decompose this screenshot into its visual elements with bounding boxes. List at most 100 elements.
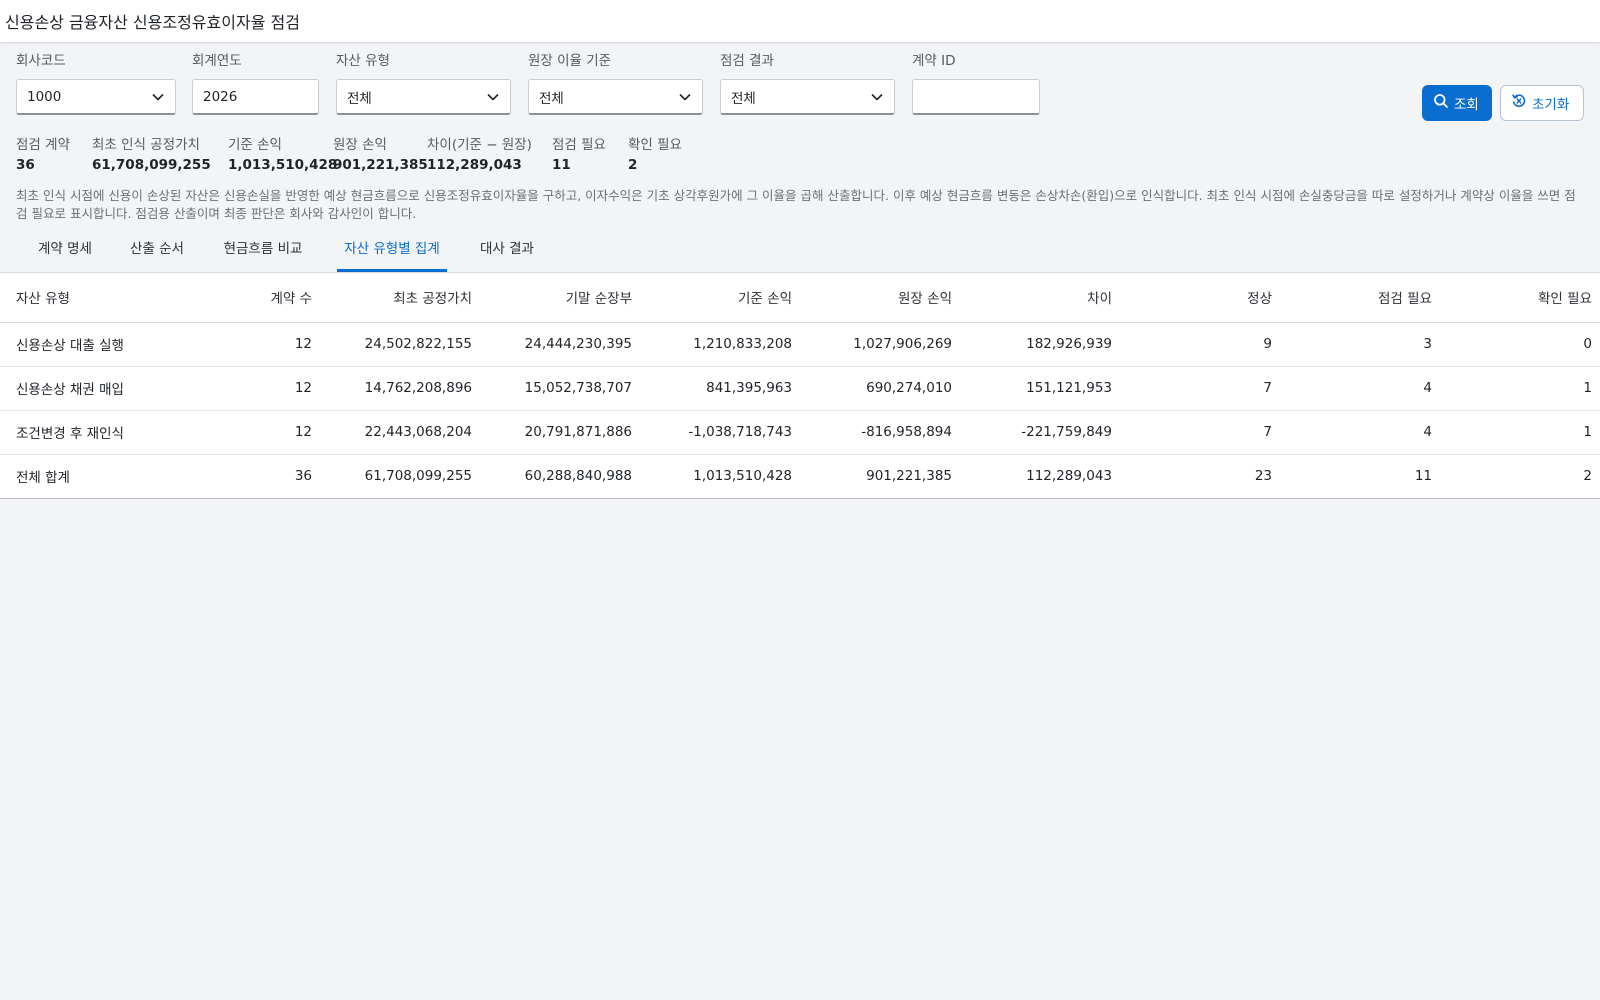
table-cell: 112,289,043 xyxy=(1026,468,1112,485)
table-cell: 15,052,738,707 xyxy=(480,366,640,411)
reset-icon xyxy=(1511,93,1527,113)
chevron-down-icon xyxy=(678,90,692,104)
table-cell: -1,038,718,743 xyxy=(640,410,800,455)
fiscal-year-field: 회계연도 2026 xyxy=(192,51,319,115)
kpi-checked-contracts: 점검 계약 36 xyxy=(16,135,70,173)
reset-button[interactable]: 초기화 xyxy=(1500,85,1584,121)
kpi-baseline-pnl: 기준 손익 1,013,510,428 xyxy=(228,135,337,173)
title-bar: 신용손상 금융자산 신용조정유효이자율 점검 xyxy=(0,0,1600,43)
table-cell: 신용손상 채권 매입 xyxy=(0,366,160,411)
column-header[interactable]: 원장 손익 xyxy=(800,273,960,323)
kpi-label: 원장 손익 xyxy=(333,137,387,153)
tab-contract-details[interactable]: 계약 명세 xyxy=(34,229,96,272)
kpi-value: 61,708,099,255 xyxy=(92,157,211,173)
ledger-rate-basis-field: 원장 이율 기준 전체 xyxy=(528,51,703,115)
asset-type-select[interactable]: 전체 xyxy=(336,79,511,115)
check-result-field: 점검 결과 전체 xyxy=(720,51,895,115)
column-header[interactable]: 최초 공정가치 xyxy=(320,273,480,323)
column-header[interactable]: 점검 필요 xyxy=(1280,273,1440,323)
fiscal-year-label: 회계연도 xyxy=(192,53,242,69)
table-cell: 9 xyxy=(1120,322,1280,367)
table-cell: 151,121,953 xyxy=(960,366,1120,411)
table-cell: 690,274,010 xyxy=(800,366,960,411)
kpi-label: 기준 손익 xyxy=(228,137,282,153)
tab-summary-by-asset-type[interactable]: 자산 유형별 집계 xyxy=(337,229,447,272)
column-header[interactable]: 자산 유형 xyxy=(0,273,160,323)
table-cell: 22,443,068,204 xyxy=(320,410,480,455)
kpi-label: 확인 필요 xyxy=(628,137,682,153)
tab-bar: 계약 명세 산출 순서 현금흐름 비교 자산 유형별 집계 대사 결과 xyxy=(0,229,1600,273)
table-cell: 2 xyxy=(1583,468,1592,485)
chevron-down-icon xyxy=(486,90,500,104)
company-code-select[interactable]: 1000 xyxy=(16,79,176,115)
chevron-down-icon xyxy=(151,90,165,104)
contract-id-field: 계약 ID xyxy=(912,51,1040,115)
kpi-ledger-pnl: 원장 손익 901,221,385 xyxy=(333,135,428,173)
kpi-value: 2 xyxy=(628,157,638,173)
table-cell: 14,762,208,896 xyxy=(320,366,480,411)
kpi-strip: 점검 계약 36 최초 인식 공정가치 61,708,099,255 기준 손익… xyxy=(0,135,1600,187)
check-result-value: 전체 xyxy=(731,90,756,107)
contract-id-label: 계약 ID xyxy=(912,53,956,69)
table-cell: 0 xyxy=(1440,322,1600,367)
page-title: 신용손상 금융자산 신용조정유효이자율 점검 xyxy=(5,13,300,32)
kpi-value: 11 xyxy=(552,157,571,173)
summary-table-container: 자산 유형 계약 수 최초 공정가치 기말 순장부 기준 손익 원장 손익 차이… xyxy=(0,273,1600,499)
ledger-rate-basis-select[interactable]: 전체 xyxy=(528,79,703,115)
search-button[interactable]: 조회 xyxy=(1422,85,1492,121)
table-cell: 12 xyxy=(160,366,320,411)
asset-type-label: 자산 유형 xyxy=(336,53,390,69)
table-cell: 23 xyxy=(1254,468,1272,485)
table-cell: 4 xyxy=(1280,410,1440,455)
ledger-rate-basis-label: 원장 이율 기준 xyxy=(528,53,612,69)
kpi-confirm-needed: 확인 필요 2 xyxy=(628,135,682,173)
kpi-value: 1,013,510,428 xyxy=(228,157,338,173)
table-cell: 전체 합계 xyxy=(16,470,70,487)
tab-reconciliation-results[interactable]: 대사 결과 xyxy=(476,229,538,272)
ledger-rate-basis-value: 전체 xyxy=(539,90,564,107)
column-header[interactable]: 기준 손익 xyxy=(640,273,800,323)
table-cell: 4 xyxy=(1280,366,1440,411)
table-row[interactable]: 신용손상 채권 매입 12 14,762,208,896 15,052,738,… xyxy=(0,366,1600,411)
company-code-label: 회사코드 xyxy=(16,53,66,69)
table-cell: 11 xyxy=(1414,468,1432,485)
table-cell: 24,502,822,155 xyxy=(320,322,480,367)
table-cell: 7 xyxy=(1120,366,1280,411)
table-cell: 60,288,840,988 xyxy=(524,468,632,485)
kpi-label: 차이(기준 − 원장) xyxy=(427,137,532,153)
contract-id-box xyxy=(912,79,1040,115)
tab-calculation-steps[interactable]: 산출 순서 xyxy=(126,229,188,272)
chevron-down-icon xyxy=(870,90,884,104)
table-cell: 1 xyxy=(1440,366,1600,411)
table-cell: 1 xyxy=(1440,410,1600,455)
table-cell: 3 xyxy=(1280,322,1440,367)
table-cell: 조건변경 후 재인식 xyxy=(0,410,160,455)
kpi-review-needed: 점검 필요 11 xyxy=(552,135,606,173)
table-cell: 7 xyxy=(1120,410,1280,455)
column-header[interactable]: 확인 필요 xyxy=(1440,273,1600,323)
contract-id-input[interactable] xyxy=(923,88,1029,105)
kpi-label: 점검 계약 xyxy=(16,137,70,153)
column-header[interactable]: 정상 xyxy=(1120,273,1280,323)
filter-bar: 회사코드 1000 회계연도 2026 자산 유형 전체 원장 이율 기준 전체 xyxy=(0,43,1600,135)
asset-type-value: 전체 xyxy=(347,90,372,107)
column-header[interactable]: 차이 xyxy=(960,273,1120,323)
fiscal-year-input[interactable]: 2026 xyxy=(192,79,319,115)
table-cell: 1,210,833,208 xyxy=(640,322,800,367)
search-icon xyxy=(1433,93,1449,113)
check-result-select[interactable]: 전체 xyxy=(720,79,895,115)
reset-button-label: 초기화 xyxy=(1532,97,1570,113)
column-header[interactable]: 기말 순장부 xyxy=(480,273,640,323)
kpi-initial-fair-value: 최초 인식 공정가치 61,708,099,255 xyxy=(92,135,211,173)
table-row[interactable]: 조건변경 후 재인식 12 22,443,068,204 20,791,871,… xyxy=(0,410,1600,455)
table-cell: 1,027,906,269 xyxy=(800,322,960,367)
method-note: 최초 인식 시점에 신용이 손상된 자산은 신용손실을 반영한 예상 현금흐름으… xyxy=(16,188,1576,221)
column-header[interactable]: 계약 수 xyxy=(160,273,320,323)
table-row[interactable]: 신용손상 대출 실행 12 24,502,822,155 24,444,230,… xyxy=(0,322,1600,367)
table-total-row[interactable]: 전체 합계 36 61,708,099,255 60,288,840,988 1… xyxy=(0,454,1600,498)
table-cell: 841,395,963 xyxy=(640,366,800,411)
tab-cashflow-comparison[interactable]: 현금흐름 비교 xyxy=(218,229,308,272)
company-code-field: 회사코드 1000 xyxy=(16,51,176,115)
table-cell: 12 xyxy=(160,410,320,455)
search-button-label: 조회 xyxy=(1454,97,1479,113)
